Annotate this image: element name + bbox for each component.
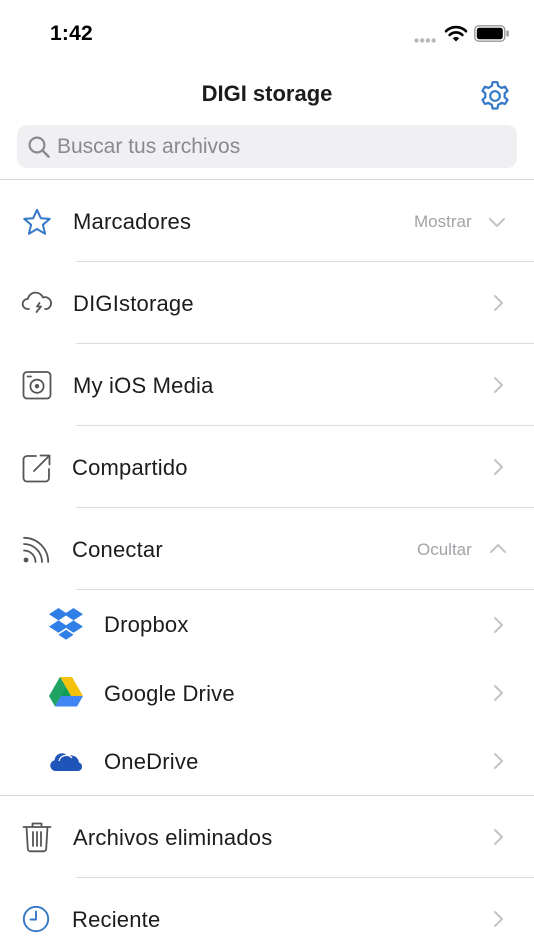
connection-item-google-drive[interactable]: Google Drive	[0, 659, 534, 727]
menu-item-ios-media[interactable]: My iOS Media	[0, 344, 534, 426]
chevron-right-icon	[494, 829, 503, 845]
chevron-right-icon	[494, 753, 503, 769]
connection-label: Google Drive	[104, 681, 235, 706]
connection-item-onedrive[interactable]: OneDrive	[0, 727, 534, 795]
menu-item-label: Marcadores	[73, 209, 192, 234]
menu-item-recent[interactable]: Reciente	[0, 878, 534, 950]
connection-item-dropbox[interactable]: Dropbox	[0, 590, 534, 659]
status-bar: 1:42	[0, 0, 534, 64]
connection-label: Dropbox	[104, 612, 189, 637]
chevron-right-icon	[494, 377, 503, 393]
battery-icon	[474, 25, 509, 42]
share-icon	[22, 454, 51, 483]
menu-item-label: Reciente	[72, 907, 161, 932]
gear-icon	[481, 81, 509, 110]
status-time: 1:42	[50, 22, 93, 45]
search-input[interactable]	[57, 125, 507, 168]
screen: 1:42 DIGI storage Buscar tus archivos Ma…	[0, 0, 534, 950]
search-bar	[17, 125, 517, 168]
chevron-up-icon	[490, 544, 506, 553]
rss-icon	[23, 536, 50, 563]
chevron-right-icon	[494, 617, 503, 633]
show-toggle[interactable]: Mostrar	[414, 212, 472, 232]
menu-item-shared[interactable]: Compartido	[0, 426, 534, 508]
settings-button[interactable]	[478, 79, 512, 113]
google-drive-icon	[49, 677, 83, 707]
onedrive-icon	[50, 753, 83, 771]
search-icon	[28, 136, 50, 158]
chevron-right-icon	[494, 911, 503, 927]
hide-toggle[interactable]: Ocultar	[417, 540, 472, 560]
menu-item-deleted-files[interactable]: Archivos eliminados	[0, 796, 534, 878]
menu-item-connect[interactable]: Conectar Ocultar	[0, 508, 534, 590]
chevron-right-icon	[494, 295, 503, 311]
dropbox-icon	[49, 608, 83, 640]
menu-item-label: My iOS Media	[73, 373, 214, 398]
star-icon	[23, 208, 51, 235]
menu-item-label: Archivos eliminados	[73, 825, 273, 850]
chevron-right-icon	[494, 685, 503, 701]
trash-icon	[22, 822, 52, 853]
menu-item-digistorage[interactable]: DIGIstorage	[0, 262, 534, 344]
media-icon	[22, 371, 52, 400]
menu-item-label: Conectar	[72, 537, 163, 562]
page-title: DIGI storage	[201, 81, 333, 106]
menu-item-label: Compartido	[72, 455, 188, 480]
cellular-signal-icon	[414, 38, 436, 43]
connection-label: OneDrive	[104, 749, 199, 774]
chevron-down-icon	[489, 218, 505, 227]
menu-item-bookmarks[interactable]: Marcadores Mostrar	[0, 180, 534, 262]
wifi-icon	[444, 25, 468, 42]
menu-item-label: DIGIstorage	[73, 291, 194, 316]
cloud-sync-icon	[21, 291, 52, 313]
clock-icon	[22, 905, 50, 933]
chevron-right-icon	[494, 459, 503, 475]
